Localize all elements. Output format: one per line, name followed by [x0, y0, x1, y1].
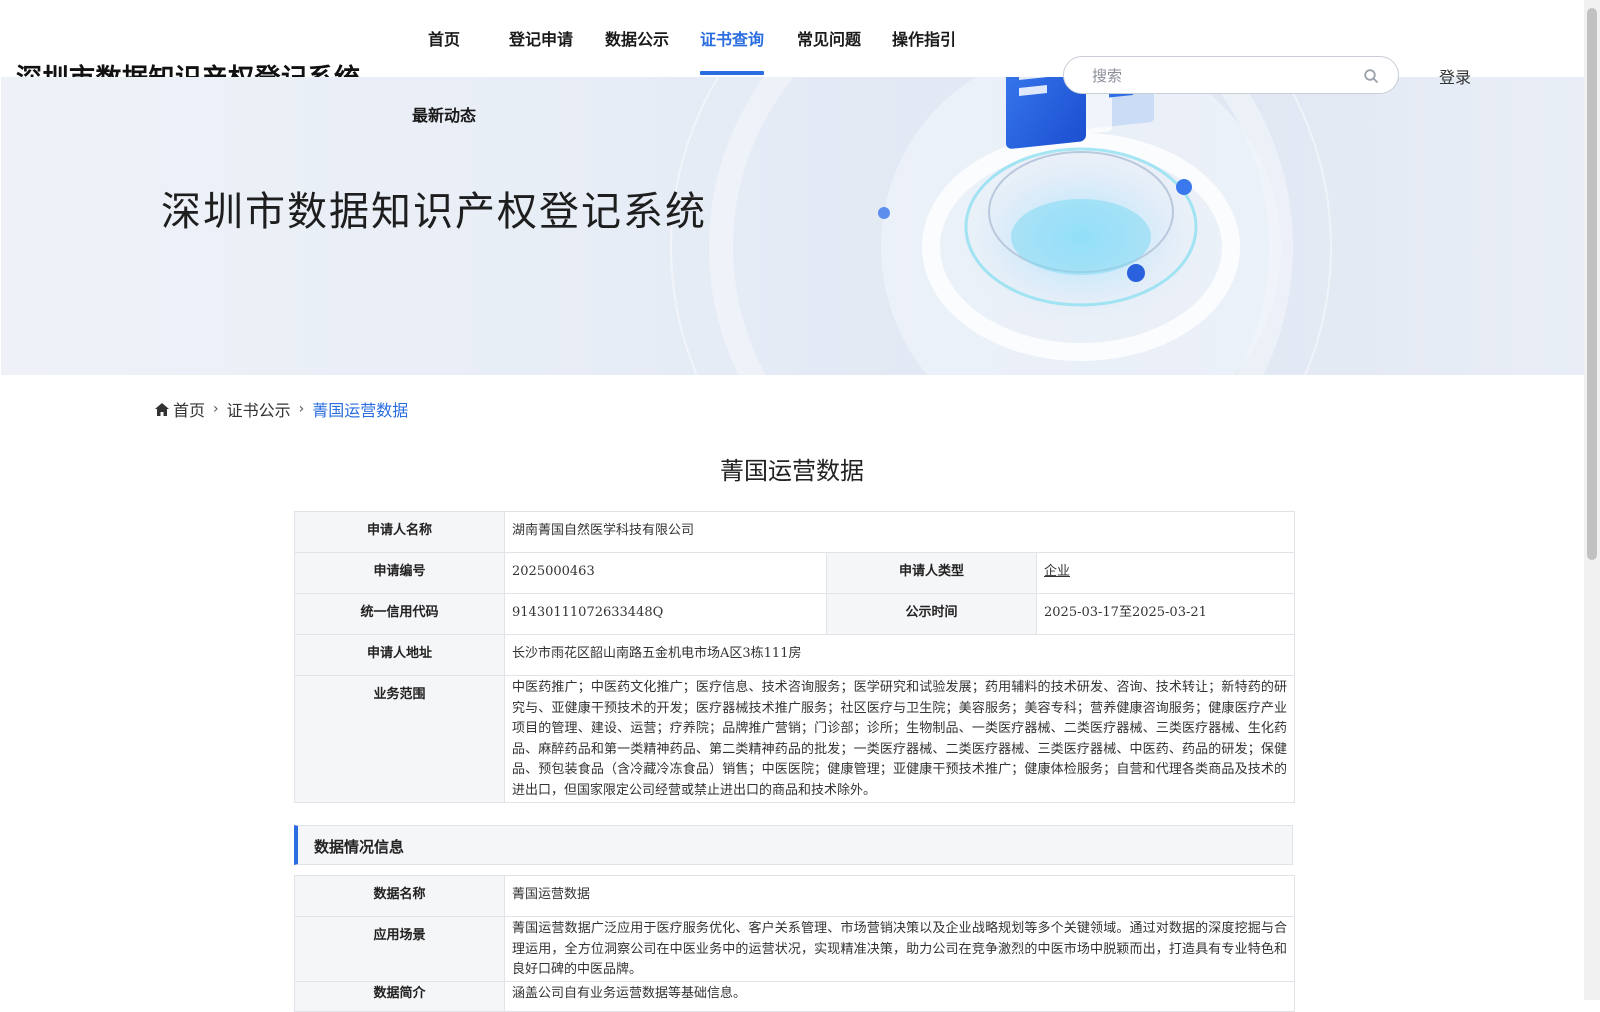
application-scenario-label: 应用场景: [294, 916, 505, 982]
nav-data-publicity[interactable]: 数据公示: [605, 26, 669, 50]
business-scope-value: 中医药推广；中医药文化推广；医疗信息、技术咨询服务；医学研究和试验发展；药用辅料…: [504, 675, 1295, 803]
breadcrumb-certificate-publicity[interactable]: 证书公示: [227, 397, 291, 421]
data-name-label: 数据名称: [294, 875, 505, 917]
chevron-right-icon: ›: [213, 401, 219, 417]
data-summary-value: 涵盖公司自有业务运营数据等基础信息。: [504, 980, 1295, 1012]
data-info-section-header: 数据情况信息: [294, 825, 1293, 865]
credit-code-value: 91430111072633448Q: [504, 593, 827, 635]
table-row: 数据简介 涵盖公司自有业务运营数据等基础信息。: [294, 980, 1295, 1012]
applicant-type-link[interactable]: 企业: [1044, 564, 1070, 579]
applicant-type-value[interactable]: 企业: [1036, 552, 1295, 594]
nav-home[interactable]: 首页: [428, 26, 460, 50]
publicity-period-label: 公示时间: [826, 593, 1037, 635]
nav-register-apply[interactable]: 登记申请: [509, 26, 573, 50]
nav-faq[interactable]: 常见问题: [797, 26, 861, 50]
search-box[interactable]: [1063, 56, 1399, 94]
table-row: 申请编号 2025000463 申请人类型 企业: [294, 552, 1295, 594]
applicant-type-label: 申请人类型: [826, 552, 1037, 594]
nav-latest-news[interactable]: 最新动态: [412, 102, 476, 126]
publicity-period-value: 2025-03-17至2025-03-21: [1036, 593, 1295, 635]
chevron-right-icon: ›: [298, 401, 305, 417]
nav-certificate-query[interactable]: 证书查询: [700, 26, 764, 50]
home-icon: [155, 402, 169, 416]
breadcrumb: 首页 › 证书公示 › 菁国运营数据: [155, 397, 408, 421]
nav-guide[interactable]: 操作指引: [892, 26, 956, 50]
page-scrollbar[interactable]: [1584, 0, 1600, 1000]
table-row: 业务范围 中医药推广；中医药文化推广；医疗信息、技术咨询服务；医学研究和试验发展…: [294, 675, 1295, 803]
breadcrumb-home[interactable]: 首页: [173, 397, 205, 421]
section-title: 数据情况信息: [314, 838, 405, 856]
applicant-name-value: 湖南菁国自然医学科技有限公司: [504, 511, 1295, 553]
banner-title: 深圳市数据知识产权登记系统: [161, 189, 707, 235]
business-scope-label: 业务范围: [294, 675, 505, 803]
breadcrumb-current: 菁国运营数据: [312, 401, 409, 420]
data-name-value: 菁国运营数据: [504, 875, 1295, 917]
page-title: 菁国运营数据: [720, 457, 864, 485]
table-row: 申请人名称 湖南菁国自然医学科技有限公司: [294, 511, 1295, 553]
applicant-address-label: 申请人地址: [294, 634, 505, 676]
data-info-table: 数据名称 菁国运营数据 应用场景 菁国运营数据广泛应用于医疗服务优化、客户关系管…: [294, 875, 1295, 1012]
table-row: 数据名称 菁国运营数据: [294, 875, 1295, 917]
applicant-address-value: 长沙市雨花区韶山南路五金机电市场A区3栋111房: [504, 634, 1295, 676]
table-row: 申请人地址 长沙市雨花区韶山南路五金机电市场A区3栋111房: [294, 634, 1295, 676]
applicant-info-table: 申请人名称 湖南菁国自然医学科技有限公司 申请编号 2025000463 申请人…: [294, 511, 1295, 803]
nav-active-indicator: [700, 71, 764, 75]
table-row: 应用场景 菁国运营数据广泛应用于医疗服务优化、客户关系管理、市场营销决策以及企业…: [294, 916, 1295, 982]
credit-code-label: 统一信用代码: [294, 593, 505, 635]
application-number-label: 申请编号: [294, 552, 505, 594]
data-summary-label: 数据简介: [294, 980, 505, 1012]
hero-banner: 深圳市数据知识产权登记系统: [1, 77, 1584, 375]
login-link[interactable]: 登录: [1439, 64, 1471, 88]
search-icon[interactable]: [1363, 68, 1379, 84]
search-input[interactable]: [1090, 65, 1354, 87]
application-number-value: 2025000463: [504, 552, 827, 594]
applicant-name-label: 申请人名称: [294, 511, 505, 553]
application-scenario-value: 菁国运营数据广泛应用于医疗服务优化、客户关系管理、市场营销决策以及企业战略规划等…: [504, 916, 1295, 982]
table-row: 统一信用代码 91430111072633448Q 公示时间 2025-03-1…: [294, 593, 1295, 635]
scrollbar-thumb[interactable]: [1587, 8, 1597, 560]
